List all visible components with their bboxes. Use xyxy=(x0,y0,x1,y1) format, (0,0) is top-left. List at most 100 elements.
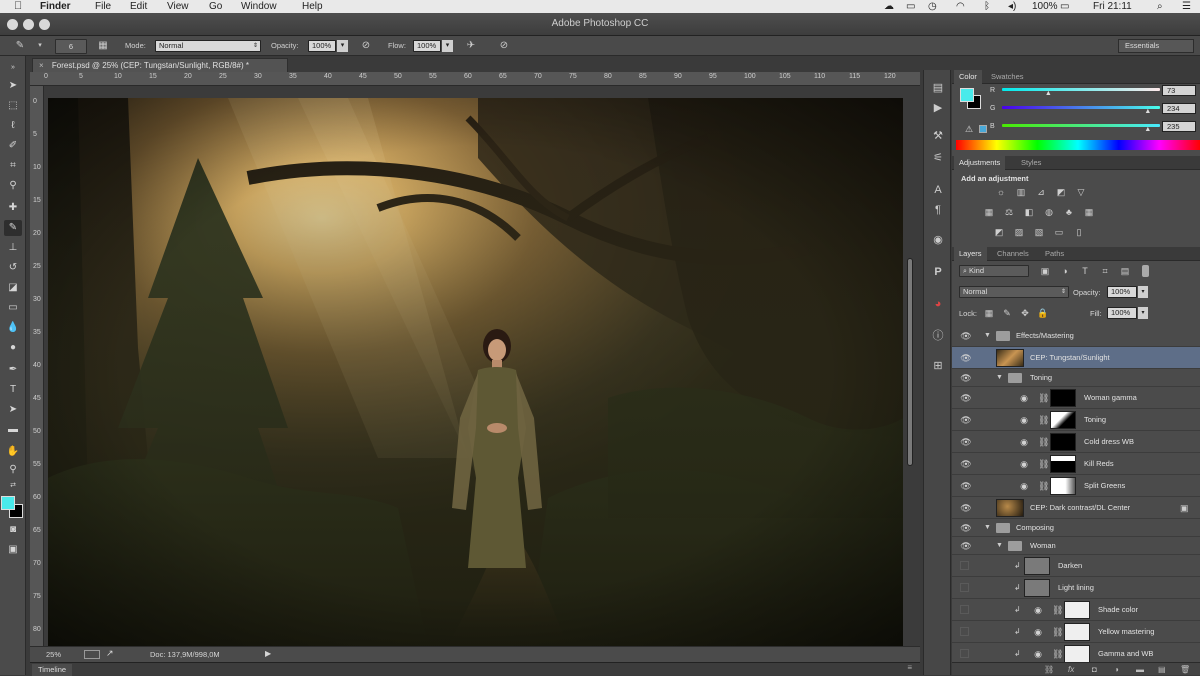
actions-panel-icon[interactable]: ▶ xyxy=(930,100,946,116)
layer-mask-thumbnail[interactable] xyxy=(1050,433,1076,451)
curves-icon[interactable]: ⊿ xyxy=(1034,187,1048,198)
invert-icon[interactable]: ◩ xyxy=(992,227,1006,238)
visibility-toggle-off[interactable] xyxy=(960,627,969,636)
filter-adjustment-icon[interactable]: ◑ xyxy=(1058,266,1072,277)
r-value-input[interactable]: 73 xyxy=(1162,85,1196,96)
visibility-eye-icon[interactable]: 👁 xyxy=(960,481,972,491)
document-tab[interactable]: × Forest.psd @ 25% (CEP: Tungstan/Sunlig… xyxy=(32,58,288,72)
adjustment-visibility-icon[interactable]: ◉ xyxy=(1018,393,1030,403)
tab-styles[interactable]: Styles xyxy=(1016,156,1046,170)
layer-mask-thumbnail[interactable] xyxy=(1050,411,1076,429)
mode-select[interactable]: Normal ⇕ xyxy=(155,40,261,52)
lasso-tool-icon[interactable]: ℓ xyxy=(4,118,22,134)
layer-mask-thumbnail[interactable] xyxy=(1050,389,1076,407)
rectangle-tool-icon[interactable]: ▬ xyxy=(4,422,22,438)
opacity-input[interactable]: 100% xyxy=(308,40,336,52)
r-slider[interactable] xyxy=(1002,88,1160,91)
brush-panel-toggle-icon[interactable]: ▦ xyxy=(97,40,109,52)
clone-stamp-tool-icon[interactable]: ⊥ xyxy=(4,240,22,256)
cloud-icon[interactable]: ☁ xyxy=(884,0,894,13)
flow-input[interactable]: 100% xyxy=(413,40,441,52)
panel-menu-icon[interactable]: ≡ xyxy=(907,663,912,672)
layer-row[interactable]: ↲ ◉ ⛓ Gamma and WB xyxy=(952,643,1200,662)
healing-brush-tool-icon[interactable]: ✚ xyxy=(4,200,22,216)
path-selection-tool-icon[interactable]: ➤ xyxy=(4,402,22,418)
filter-smart-object-icon[interactable]: ▤ xyxy=(1118,266,1132,277)
swap-colors-icon[interactable]: ⇄ xyxy=(4,478,22,494)
new-layer-icon[interactable]: ▤ xyxy=(1158,663,1166,676)
layer-row[interactable]: 👁 ◉ ⛓ Kill Reds xyxy=(952,453,1200,475)
volume-icon[interactable]: ◂) xyxy=(1008,0,1016,13)
adjustment-visibility-icon[interactable]: ◉ xyxy=(1032,605,1044,615)
visibility-eye-icon[interactable]: 👁 xyxy=(960,415,972,425)
threshold-icon[interactable]: ▧ xyxy=(1032,227,1046,238)
filter-pixel-icon[interactable]: ▣ xyxy=(1038,266,1052,277)
character-panel-icon[interactable]: A xyxy=(930,182,946,198)
mask-link-icon[interactable]: ⛓ xyxy=(1038,387,1049,409)
eraser-tool-icon[interactable]: ◪ xyxy=(4,280,22,296)
expand-group-icon[interactable]: ▼ xyxy=(996,537,1003,555)
lock-transparent-icon[interactable]: ▦ xyxy=(982,308,996,319)
bluetooth-icon[interactable]: ᛒ xyxy=(984,0,990,13)
tab-channels[interactable]: Channels xyxy=(992,247,1034,261)
menu-view[interactable]: View xyxy=(167,0,189,13)
visibility-eye-icon[interactable]: 👁 xyxy=(960,523,972,533)
quick-mask-icon[interactable]: ◙ xyxy=(4,522,22,538)
wifi-icon[interactable]: ◠ xyxy=(956,0,965,13)
screen-mode-icon[interactable]: ▣ xyxy=(4,542,22,558)
layer-mask-thumbnail[interactable] xyxy=(1064,645,1090,662)
gradient-map-icon[interactable]: ▭ xyxy=(1052,227,1066,238)
layer-row[interactable]: 👁 ◉ ⛓ Toning xyxy=(952,409,1200,431)
g-value-input[interactable]: 234 xyxy=(1162,103,1196,114)
mask-link-icon[interactable]: ⛓ xyxy=(1052,599,1063,621)
tab-paths[interactable]: Paths xyxy=(1040,247,1069,261)
timeline-tab[interactable]: Timeline xyxy=(32,664,73,676)
zoom-level[interactable]: 25% xyxy=(46,650,61,659)
vertical-scrollbar[interactable] xyxy=(905,86,915,646)
r-slider-handle[interactable]: ▲ xyxy=(1045,90,1052,97)
brush-tool-preset-icon[interactable]: ✎ xyxy=(14,40,26,52)
layer-row[interactable]: 👁 ◉ ⛓ Split Greens xyxy=(952,475,1200,497)
blend-mode-select[interactable]: Normal ⇕ xyxy=(959,286,1069,298)
visibility-eye-icon[interactable]: 👁 xyxy=(960,353,972,363)
layer-row[interactable]: ↲ Light lining xyxy=(952,577,1200,599)
visibility-eye-icon[interactable]: 👁 xyxy=(960,437,972,447)
lock-all-icon[interactable]: 🔒 xyxy=(1036,308,1050,319)
workspace-switcher[interactable]: Essentials xyxy=(1118,39,1194,53)
mask-link-icon[interactable]: ⛓ xyxy=(1038,431,1049,453)
pen-tool-icon[interactable]: ✒ xyxy=(4,362,22,378)
tab-color[interactable]: Color xyxy=(954,70,982,84)
photo-filter-icon[interactable]: ◍ xyxy=(1042,207,1056,218)
layer-style-icon[interactable]: fx xyxy=(1068,663,1074,676)
b-value-input[interactable]: 235 xyxy=(1162,121,1196,132)
new-group-icon[interactable]: ▬ xyxy=(1136,663,1144,676)
vibrance-icon[interactable]: ▽ xyxy=(1074,187,1088,198)
filter-toggle-switch[interactable] xyxy=(1142,265,1149,277)
layer-mask-thumbnail[interactable] xyxy=(1064,623,1090,641)
adjustment-visibility-icon[interactable]: ◉ xyxy=(1032,627,1044,637)
crop-tool-icon[interactable]: ⌗ xyxy=(4,158,22,174)
color-wheel-panel-icon[interactable]: ◕ xyxy=(930,296,946,312)
status-preview-icon[interactable] xyxy=(84,650,100,659)
layer-mask-thumbnail[interactable] xyxy=(1064,601,1090,619)
layer-row[interactable]: 👁 ◉ ⛓ Woman gamma xyxy=(952,387,1200,409)
paragraph-panel-icon[interactable]: ¶ xyxy=(930,202,946,218)
layer-row[interactable]: 👁 ▼ Effects/Mastering xyxy=(952,325,1200,347)
pressure-size-icon[interactable]: ⊘ xyxy=(498,40,510,52)
display-icon[interactable]: ▭ xyxy=(906,0,915,13)
info-panel-icon[interactable]: ⓘ xyxy=(930,328,946,344)
history-brush-tool-icon[interactable]: ↺ xyxy=(4,260,22,276)
gradient-tool-icon[interactable]: ▭ xyxy=(4,300,22,316)
type-tool-icon[interactable]: T xyxy=(4,382,22,398)
menu-finder[interactable]: Finder xyxy=(40,0,71,13)
mask-link-icon[interactable]: ⛓ xyxy=(1038,475,1049,497)
tool-presets-panel-icon[interactable]: ⚒ xyxy=(930,128,946,144)
visibility-toggle-off[interactable] xyxy=(960,605,969,614)
lock-image-icon[interactable]: ✎ xyxy=(1000,308,1014,319)
exposure-icon[interactable]: ◩ xyxy=(1054,187,1068,198)
expand-group-icon[interactable]: ▼ xyxy=(984,519,991,537)
color-spectrum-ramp[interactable] xyxy=(956,140,1200,150)
filter-shape-icon[interactable]: ⌗ xyxy=(1098,266,1112,277)
close-document-icon[interactable]: × xyxy=(39,61,44,70)
visibility-eye-icon[interactable]: 👁 xyxy=(960,393,972,403)
